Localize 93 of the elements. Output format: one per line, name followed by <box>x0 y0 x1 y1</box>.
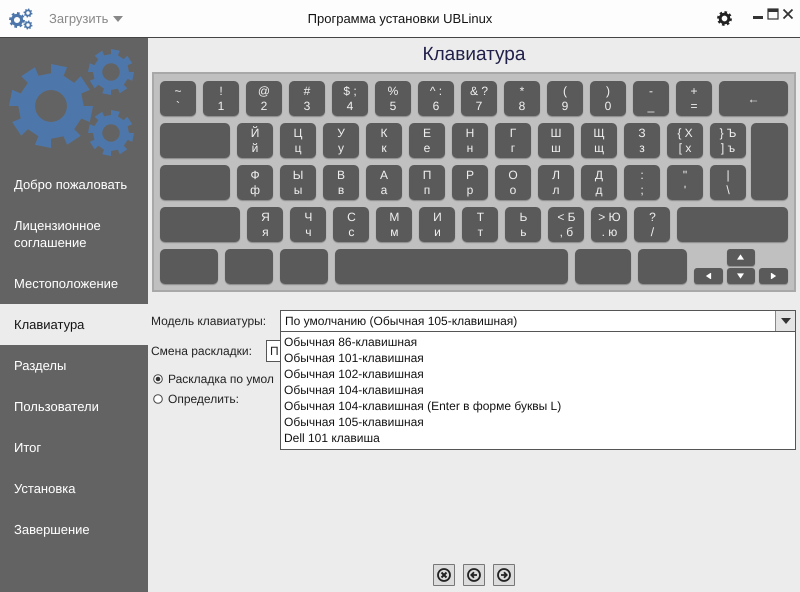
field-label: Смена раскладки: <box>151 344 253 358</box>
keyboard-key[interactable]: { Х [ х <box>667 123 703 158</box>
dropdown-button[interactable] <box>775 310 795 330</box>
keyboard-key[interactable]: О о <box>495 165 531 200</box>
keyboard-key[interactable]: Й й <box>237 123 273 158</box>
keyboard-key[interactable]: Д д <box>581 165 617 200</box>
keyboard-key[interactable]: Т т <box>462 207 498 242</box>
keyboard-key[interactable]: < Б , б <box>548 207 584 242</box>
keyboard-key[interactable]: Л л <box>538 165 574 200</box>
triangle-icon <box>737 272 744 279</box>
sidebar-item[interactable]: Итог <box>0 427 148 468</box>
keyboard-key[interactable]: * 8 <box>504 81 540 116</box>
dropdown-field[interactable]: По умолчанию (Обычная 105-клавишная) <box>280 310 796 332</box>
next-button[interactable] <box>493 564 515 586</box>
keyboard-key[interactable]: М м <box>376 207 412 242</box>
triangle-icon <box>770 272 778 279</box>
keyboard-key[interactable]: - _ <box>633 81 669 116</box>
keyboard-key[interactable]: Ь ь <box>505 207 542 242</box>
keyboard-key[interactable]: И и <box>419 207 456 242</box>
triangle-icon <box>737 254 744 260</box>
keyboard-key[interactable]: Н н <box>452 123 488 158</box>
dropdown-option[interactable]: Обычная 86-клавишная <box>281 334 795 350</box>
close-icon[interactable] <box>782 8 794 20</box>
back-button[interactable] <box>463 564 485 586</box>
window-title: Программа установки UBLinux <box>308 11 492 26</box>
arrow-key[interactable] <box>694 268 723 284</box>
cancel-button[interactable] <box>433 564 455 586</box>
backspace-key[interactable]: ← <box>719 81 788 116</box>
keyboard-key[interactable]: % 5 <box>375 81 411 116</box>
dropdown-option[interactable]: Обычная 104-клавишная <box>281 382 795 398</box>
radio-option[interactable]: Определить: <box>153 389 239 409</box>
keyboard-key[interactable]: + = <box>676 81 712 116</box>
keyboard-key[interactable]: Р р <box>452 165 488 200</box>
field-label: Модель клавиатуры: <box>151 314 268 328</box>
dropdown-option[interactable]: Обычная 102-клавишная <box>281 366 795 382</box>
keyboard-key[interactable]: У у <box>323 123 359 158</box>
keyboard-key[interactable]: $ ; 4 <box>332 81 368 116</box>
sidebar-item[interactable]: Клавиатура <box>0 304 148 345</box>
keyboard-key[interactable]: # 3 <box>289 81 325 116</box>
keyboard-key[interactable]: ? / <box>634 207 670 242</box>
keyboard-key[interactable]: К к <box>366 123 402 158</box>
radio-option[interactable]: Раскладка по умол <box>153 369 274 389</box>
arrow-key[interactable] <box>759 268 788 284</box>
arrow-right-icon <box>497 568 511 582</box>
caret-icon <box>780 318 790 324</box>
sidebar-item[interactable]: Местоположение <box>0 263 148 304</box>
sidebar-item[interactable]: Пользователи <box>0 386 148 427</box>
dropdown-option[interactable]: Обычная 101-клавишная <box>281 350 795 366</box>
keyboard-key[interactable]: ~ ` <box>160 81 196 116</box>
keyboard-key[interactable]: ) 0 <box>590 81 626 116</box>
keyboard-key[interactable]: З з <box>624 123 660 158</box>
keyboard-key[interactable]: Щ щ <box>581 123 617 158</box>
keyboard-key[interactable]: | \ <box>710 165 746 200</box>
sidebar-item[interactable]: Установка <box>0 468 148 509</box>
keyboard-key[interactable]: ! 1 <box>203 81 239 116</box>
keyboard-key[interactable]: Ф ф <box>237 165 273 200</box>
dropdown-option[interactable]: Обычная 105-клавишная <box>281 414 795 430</box>
keyboard-key[interactable]: ( 9 <box>547 81 583 116</box>
keyboard-key[interactable]: Г г <box>495 123 531 158</box>
load-menu[interactable]: Загрузить <box>49 11 124 26</box>
keyboard-key[interactable]: Ы ы <box>280 165 316 200</box>
maximize-icon[interactable] <box>767 8 779 20</box>
sidebar-item[interactable]: Добро пожаловать <box>0 164 148 205</box>
page-title: Клавиатура <box>422 44 526 65</box>
close-icon <box>437 568 451 582</box>
keyboard-key[interactable]: Ц ц <box>280 123 316 158</box>
sidebar-item[interactable]: Завершение <box>0 509 148 550</box>
keyboard-key[interactable]: Ш ш <box>538 123 574 158</box>
keyboard-key[interactable]: } Ъ ] ъ <box>710 123 746 158</box>
triangle-icon <box>704 272 712 279</box>
arrow-left-icon <box>467 568 481 582</box>
keyboard-key[interactable]: & ? 7 <box>461 81 497 116</box>
keyboard-key[interactable]: С с <box>333 207 370 242</box>
keyboard-key[interactable]: " ' <box>667 165 703 200</box>
sidebar-item[interactable]: Разделы <box>0 345 148 386</box>
keyboard-key[interactable]: Я я <box>247 207 284 242</box>
arrow-key[interactable] <box>726 268 756 284</box>
keyboard-key[interactable]: > Ю . ю <box>591 207 628 242</box>
keyboard-key[interactable]: А а <box>366 165 402 200</box>
dropdown-option[interactable]: Обычная 104-клавишная (Enter в форме буквы L) <box>281 398 795 414</box>
keyboard-key[interactable]: ^ : 6 <box>418 81 454 116</box>
keyboard-key[interactable]: В в <box>323 165 359 200</box>
gears-icon <box>9 8 33 30</box>
dropdown-option[interactable]: Dell 101 клавиша <box>281 430 795 446</box>
keyboard-key[interactable]: @ 2 <box>246 81 282 116</box>
keyboard-key[interactable]: Е е <box>409 123 445 158</box>
keyboard-key[interactable]: П п <box>409 165 445 200</box>
keyboard-key[interactable]: Ч ч <box>290 207 326 242</box>
keyboard-key[interactable]: : ; <box>624 165 660 200</box>
caret-icon <box>113 16 124 22</box>
sidebar-item[interactable]: Лицензионное соглашение <box>0 205 148 263</box>
settings-icon[interactable] <box>717 11 732 26</box>
arrow-key[interactable] <box>726 249 756 266</box>
